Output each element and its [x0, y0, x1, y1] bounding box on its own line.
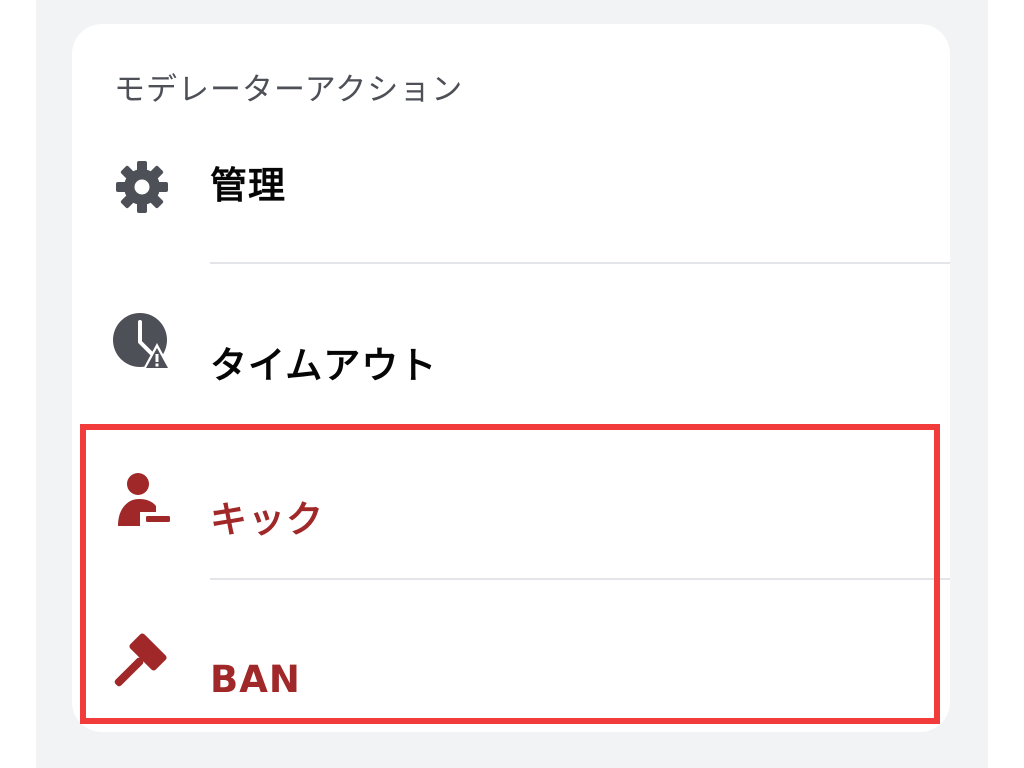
- menu-item-ban[interactable]: BAN: [72, 580, 950, 730]
- menu-item-label: タイムアウト: [210, 344, 438, 387]
- moderator-actions-card: モデレーターアクション 管理 タイムアウト キック BAN: [72, 24, 950, 732]
- menu-item-manage[interactable]: 管理: [72, 112, 950, 262]
- menu-item-kick[interactable]: キック: [72, 426, 950, 576]
- section-title: モデレーターアクション: [114, 72, 464, 108]
- menu-item-label: BAN: [210, 658, 301, 701]
- menu-item-label: キック: [210, 498, 324, 541]
- timeout-clock-icon: [112, 312, 172, 372]
- ban-hammer-icon: [112, 630, 172, 690]
- kick-user-icon: [112, 470, 172, 530]
- menu-item-label: 管理: [210, 164, 286, 207]
- menu-item-timeout[interactable]: タイムアウト: [72, 264, 950, 414]
- gear-icon: [112, 157, 172, 217]
